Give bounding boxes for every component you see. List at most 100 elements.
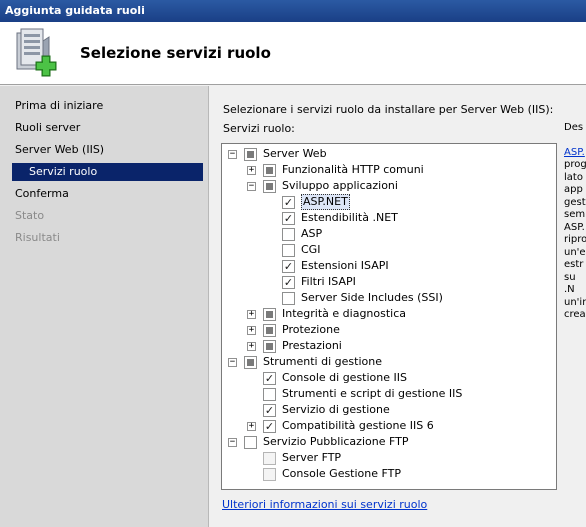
description-line: prog bbox=[564, 159, 586, 170]
service-checkbox[interactable]: ✓ bbox=[282, 260, 295, 273]
nav-item-ruoli-server[interactable]: Ruoli server bbox=[15, 119, 80, 137]
service-label[interactable]: Funzionalità HTTP comuni bbox=[282, 163, 424, 177]
service-checkbox[interactable] bbox=[263, 388, 276, 401]
instruction-text: Selezionare i servizi ruolo da installar… bbox=[223, 103, 554, 116]
description-line: ripro bbox=[564, 234, 586, 245]
tree-row[interactable]: + Prestazioni bbox=[222, 339, 552, 355]
service-label[interactable]: ASP bbox=[301, 227, 322, 241]
service-label[interactable]: Server Side Includes (SSI) bbox=[301, 291, 443, 305]
service-label[interactable]: Servizio di gestione bbox=[282, 403, 390, 417]
service-checkbox[interactable]: ✓ bbox=[282, 212, 295, 225]
description-link[interactable]: ASP. bbox=[564, 147, 586, 160]
service-label[interactable]: Sviluppo applicazioni bbox=[282, 179, 398, 193]
tree-row[interactable]: + Funzionalità HTTP comuni bbox=[222, 163, 552, 179]
service-label[interactable]: Integrità e diagnostica bbox=[282, 307, 406, 321]
wizard-header: Selezione servizi ruolo bbox=[0, 22, 586, 85]
service-label[interactable]: Filtri ISAPI bbox=[301, 275, 356, 289]
tree-row[interactable]: ✓ Console di gestione IIS bbox=[222, 371, 552, 387]
expand-icon[interactable]: + bbox=[247, 166, 256, 175]
service-checkbox[interactable] bbox=[263, 468, 276, 481]
service-label[interactable]: Console Gestione FTP bbox=[282, 467, 401, 481]
service-label[interactable]: Servizio Pubblicazione FTP bbox=[263, 435, 408, 449]
tree-row[interactable]: − Sviluppo applicazioni bbox=[222, 179, 552, 195]
service-checkbox[interactable] bbox=[244, 436, 257, 449]
tree-row[interactable]: Server Side Includes (SSI) bbox=[222, 291, 552, 307]
service-checkbox[interactable] bbox=[263, 340, 276, 353]
service-checkbox[interactable] bbox=[263, 180, 276, 193]
description-heading: Des bbox=[564, 122, 584, 133]
tree-row[interactable]: Console Gestione FTP bbox=[222, 467, 552, 483]
wizard-nav: Prima di iniziare Ruoli server Server We… bbox=[0, 86, 209, 527]
tree-row[interactable]: + ✓ Compatibilità gestione IIS 6 bbox=[222, 419, 552, 435]
nav-item-server-web[interactable]: Server Web (IIS) bbox=[15, 141, 104, 159]
tree-row[interactable]: + Protezione bbox=[222, 323, 552, 339]
service-checkbox[interactable]: ✓ bbox=[263, 404, 276, 417]
service-label[interactable]: Strumenti e script di gestione IIS bbox=[282, 387, 462, 401]
service-label[interactable]: ASP.NET bbox=[301, 194, 350, 210]
tree-row[interactable]: Strumenti e script di gestione IIS bbox=[222, 387, 552, 403]
service-checkbox[interactable]: ✓ bbox=[263, 420, 276, 433]
description-line: un'e bbox=[564, 246, 586, 258]
tree-row[interactable]: ✓ Filtri ISAPI bbox=[222, 275, 552, 291]
tree-row[interactable]: − Server Web bbox=[222, 147, 552, 163]
nav-item-conferma[interactable]: Conferma bbox=[15, 185, 69, 203]
page-title: Selezione servizi ruolo bbox=[80, 44, 271, 62]
expand-icon[interactable]: + bbox=[247, 422, 256, 431]
service-checkbox[interactable]: ✓ bbox=[282, 276, 295, 289]
tree-row[interactable]: ✓ Servizio di gestione bbox=[222, 403, 552, 419]
service-checkbox[interactable] bbox=[282, 292, 295, 305]
service-checkbox[interactable] bbox=[244, 148, 257, 161]
service-checkbox[interactable] bbox=[282, 244, 295, 257]
tree-row[interactable]: + Integrità e diagnostica bbox=[222, 307, 552, 323]
description-line: sem bbox=[564, 209, 586, 220]
collapse-icon[interactable]: − bbox=[228, 438, 237, 447]
expand-icon[interactable]: + bbox=[247, 310, 256, 319]
collapse-icon[interactable]: − bbox=[228, 150, 237, 159]
nav-item-stato: Stato bbox=[15, 209, 45, 222]
tree-row[interactable]: ✓ Estensioni ISAPI bbox=[222, 259, 552, 275]
tree-row[interactable]: − Servizio Pubblicazione FTP bbox=[222, 435, 552, 451]
collapse-icon[interactable]: − bbox=[228, 358, 237, 367]
nav-item-prima-di-iniziare[interactable]: Prima di iniziare bbox=[15, 97, 103, 115]
tree-row[interactable]: ASP bbox=[222, 227, 552, 243]
service-checkbox[interactable]: ✓ bbox=[282, 196, 295, 209]
service-checkbox[interactable] bbox=[263, 324, 276, 337]
service-label[interactable]: Console di gestione IIS bbox=[282, 371, 407, 385]
nav-item-risultati: Risultati bbox=[15, 231, 60, 244]
description-line: estr bbox=[564, 259, 584, 270]
description-line: ASP. bbox=[564, 221, 585, 233]
service-checkbox[interactable] bbox=[282, 228, 295, 241]
expand-icon[interactable]: + bbox=[247, 326, 256, 335]
tree-row[interactable]: − Strumenti di gestione bbox=[222, 355, 552, 371]
main-panel: Selezionare i servizi ruolo da installar… bbox=[210, 86, 586, 527]
description-line: app bbox=[564, 184, 583, 195]
tree-row[interactable]: CGI bbox=[222, 243, 552, 259]
description-line: lato bbox=[564, 171, 583, 183]
expand-icon[interactable]: + bbox=[247, 342, 256, 351]
service-label[interactable]: Server FTP bbox=[282, 451, 341, 465]
description-line: gest bbox=[564, 196, 586, 208]
service-checkbox[interactable] bbox=[244, 356, 257, 369]
service-label[interactable]: Estendibilità .NET bbox=[301, 211, 398, 225]
tree-row[interactable]: ✓ ASP.NET bbox=[222, 194, 552, 211]
service-label[interactable]: Estensioni ISAPI bbox=[301, 259, 389, 273]
role-services-tree[interactable]: − Server Web + Funzionalità HTTP comuni − Svi… bbox=[221, 143, 557, 490]
service-label[interactable]: Server Web bbox=[263, 147, 327, 161]
service-checkbox[interactable] bbox=[263, 308, 276, 321]
service-label[interactable]: Strumenti di gestione bbox=[263, 355, 382, 369]
service-label[interactable]: Prestazioni bbox=[282, 339, 342, 353]
service-checkbox[interactable] bbox=[263, 164, 276, 177]
services-label: Servizi ruolo: bbox=[223, 122, 295, 135]
service-checkbox[interactable] bbox=[263, 452, 276, 465]
tree-row[interactable]: ✓ Estendibilità .NET bbox=[222, 211, 552, 227]
tree-row[interactable]: Server FTP bbox=[222, 451, 552, 467]
nav-item-servizi-ruolo[interactable]: Servizi ruolo bbox=[12, 163, 203, 181]
collapse-icon[interactable]: − bbox=[247, 182, 256, 191]
service-checkbox[interactable]: ✓ bbox=[263, 372, 276, 385]
description-line: un'in bbox=[564, 296, 586, 308]
service-label[interactable]: Compatibilità gestione IIS 6 bbox=[282, 419, 434, 433]
service-label[interactable]: CGI bbox=[301, 243, 320, 257]
description-panel: Des ASP. prog lato app gest sem ASP. rip… bbox=[564, 122, 586, 322]
more-info-link[interactable]: Ulteriori informazioni sui servizi ruolo bbox=[222, 498, 427, 511]
service-label[interactable]: Protezione bbox=[282, 323, 340, 337]
